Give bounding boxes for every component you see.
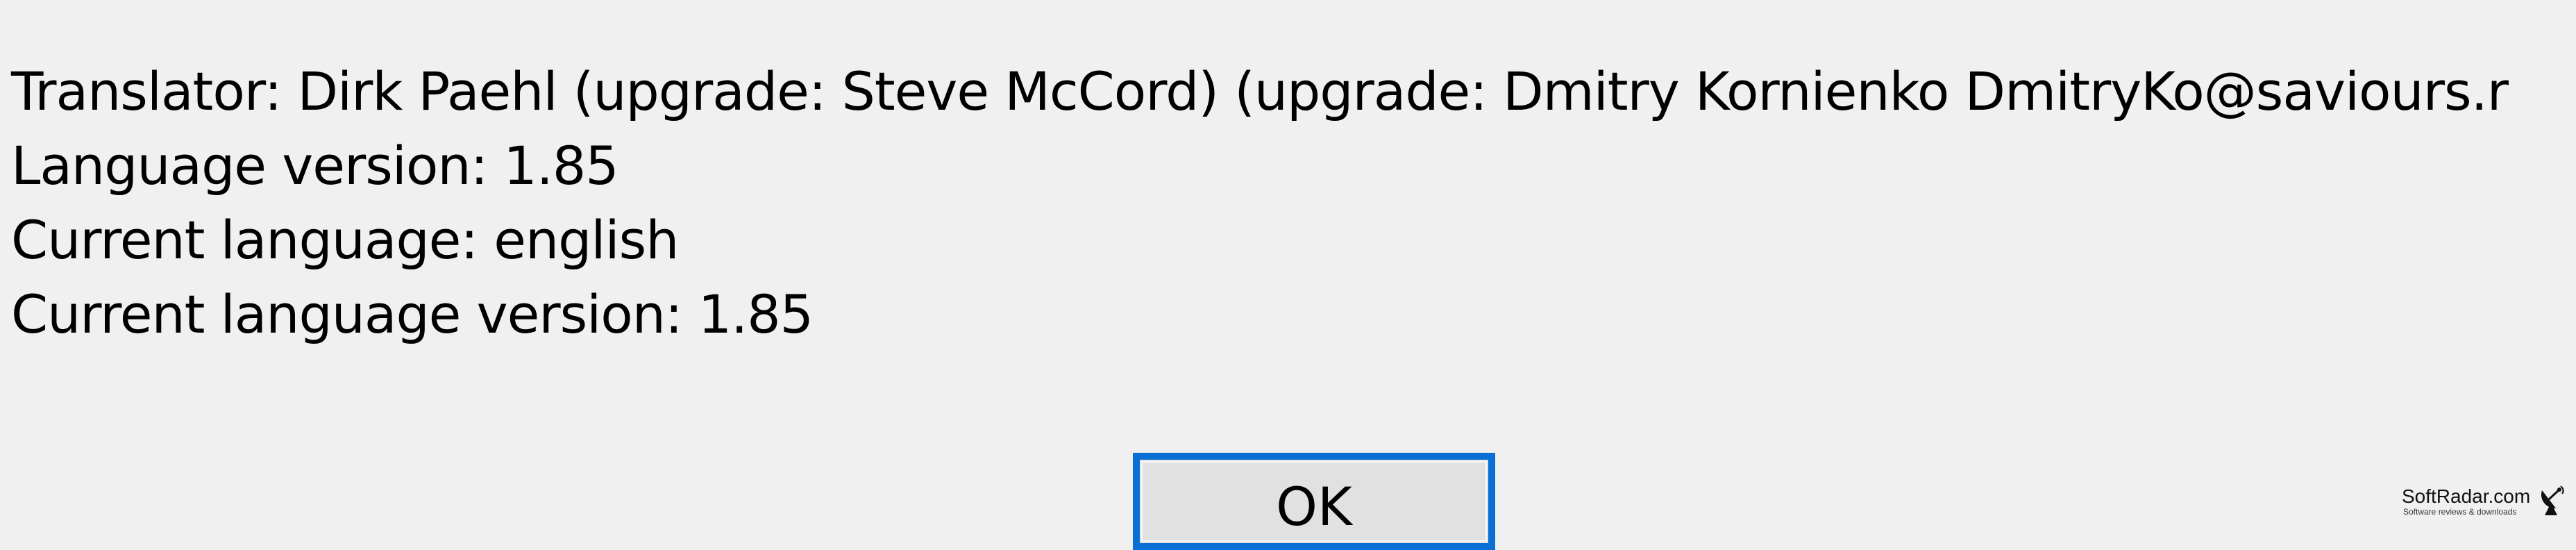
language-version-text: Language version: 1.85 bbox=[11, 135, 619, 197]
satellite-dish-icon bbox=[2541, 485, 2564, 515]
softradar-watermark: SoftRadar.com Software reviews & downloa… bbox=[2402, 485, 2568, 519]
about-dialog: Translator: Dirk Paehl (upgrade: Steve M… bbox=[0, 0, 2576, 550]
current-language-version-text: Current language version: 1.85 bbox=[11, 283, 814, 345]
ok-button-label: OK bbox=[1276, 476, 1352, 538]
translator-credit-text: Translator: Dirk Paehl (upgrade: Steve M… bbox=[11, 60, 2509, 122]
watermark-tagline: Software reviews & downloads bbox=[2403, 507, 2517, 517]
watermark-brand: SoftRadar.com bbox=[2402, 485, 2531, 507]
ok-button[interactable]: OK bbox=[1133, 453, 1495, 550]
current-language-text: Current language: english bbox=[11, 209, 679, 271]
